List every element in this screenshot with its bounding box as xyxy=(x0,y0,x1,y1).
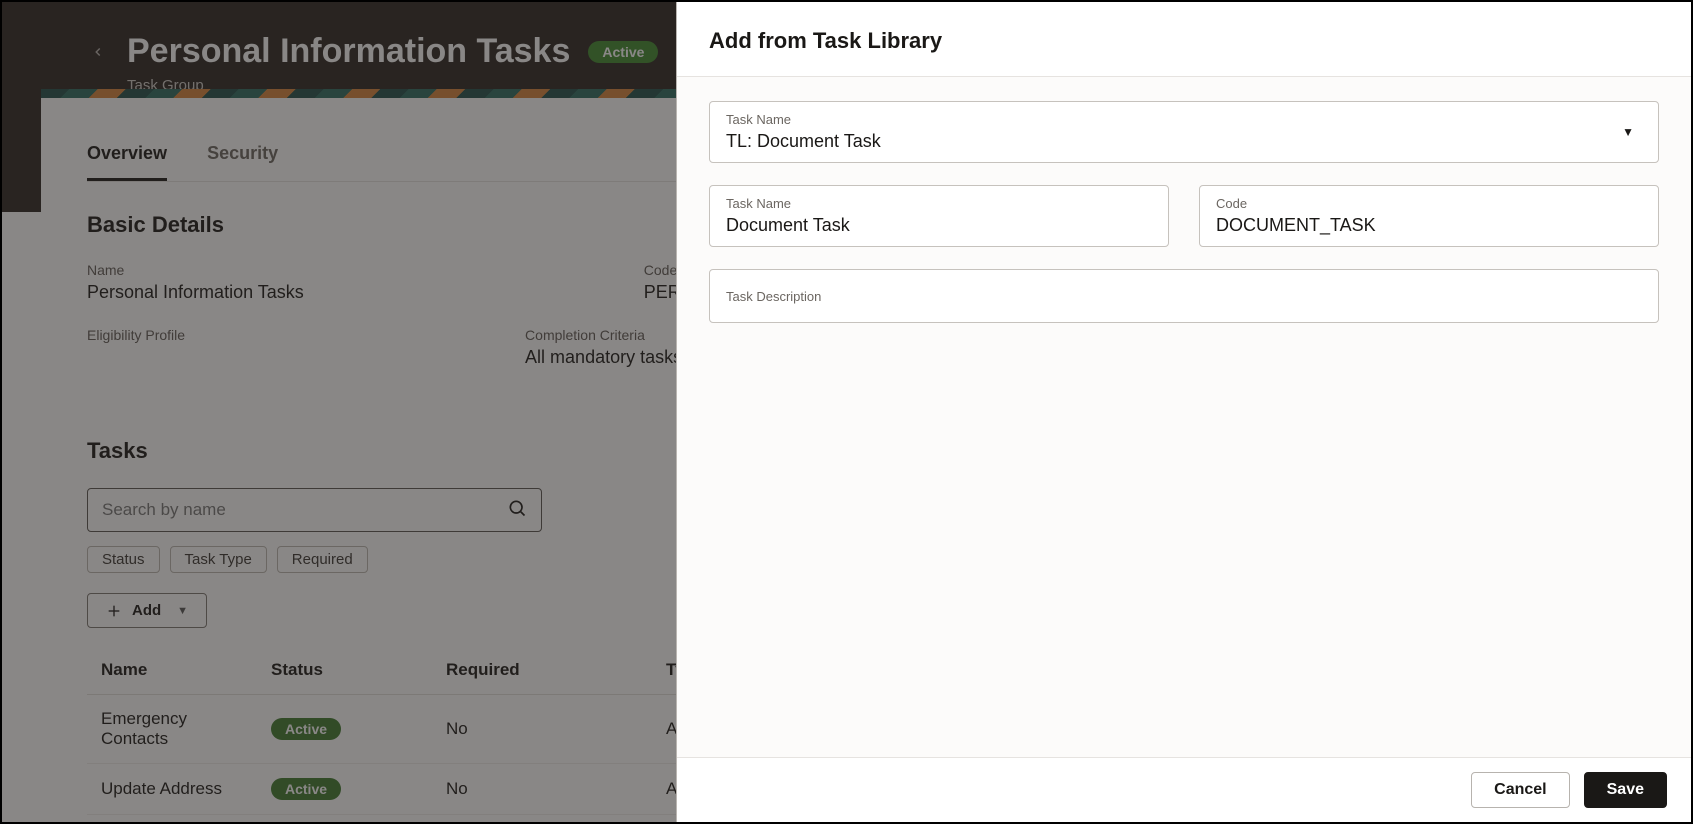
save-button[interactable]: Save xyxy=(1584,772,1667,808)
panel-header: Add from Task Library xyxy=(677,2,1691,77)
panel-body: Task Name ▼ Task Name Code Task Descript… xyxy=(677,77,1691,757)
task-name-input[interactable] xyxy=(726,215,1152,236)
task-library-value[interactable] xyxy=(726,131,1642,152)
code-field[interactable]: Code xyxy=(1199,185,1659,247)
task-description-field[interactable]: Task Description xyxy=(709,269,1659,323)
task-library-label: Task Name xyxy=(726,112,1642,127)
panel-title: Add from Task Library xyxy=(709,28,1659,54)
task-description-label: Task Description xyxy=(726,289,1642,304)
chevron-down-icon: ▼ xyxy=(1622,125,1634,139)
cancel-button[interactable]: Cancel xyxy=(1471,772,1569,808)
panel-footer: Cancel Save xyxy=(677,757,1691,822)
task-name-label: Task Name xyxy=(726,196,1152,211)
code-label: Code xyxy=(1216,196,1642,211)
add-from-library-panel: Add from Task Library Task Name ▼ Task N… xyxy=(676,2,1691,822)
code-input[interactable] xyxy=(1216,215,1642,236)
two-col-row: Task Name Code xyxy=(709,185,1659,247)
task-library-select[interactable]: Task Name ▼ xyxy=(709,101,1659,163)
task-name-field[interactable]: Task Name xyxy=(709,185,1169,247)
